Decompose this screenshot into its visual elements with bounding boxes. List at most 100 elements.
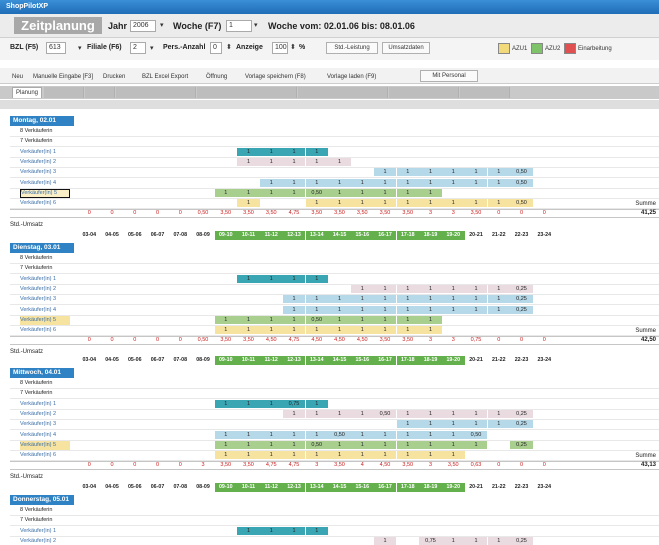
shift-cell[interactable]: 1	[419, 199, 442, 208]
shift-cell[interactable]: 1	[373, 315, 397, 324]
shift-cell[interactable]: 1	[282, 147, 306, 156]
tab-blurred-1[interactable]	[44, 87, 84, 98]
shift-cell[interactable]: 0,50	[305, 315, 328, 324]
employee-row-label[interactable]: Verkäufer(in) 3	[20, 295, 70, 304]
shift-cell[interactable]: 1	[260, 274, 283, 283]
employee-row-label[interactable]: Verkäufer(in) 5	[20, 315, 70, 325]
shift-cell[interactable]: 0,25	[510, 284, 533, 293]
shift-cell[interactable]: 0,25	[510, 536, 533, 545]
shift-cell[interactable]: 1	[396, 420, 419, 429]
shift-cell[interactable]: 1	[351, 326, 374, 335]
shift-cell[interactable]: 1	[328, 440, 351, 449]
woche-dropdown-icon[interactable]: ▾	[254, 21, 258, 29]
shift-cell[interactable]: 1	[214, 399, 237, 408]
shift-cell[interactable]: 1	[396, 295, 419, 304]
tab-blurred-2[interactable]	[85, 87, 115, 98]
shift-cell[interactable]: 1	[305, 451, 328, 460]
employee-row-label[interactable]: Verkäufer(in) 6	[20, 326, 70, 335]
shift-cell[interactable]: 1	[442, 430, 465, 439]
shift-cell[interactable]: 1	[487, 420, 510, 429]
shift-cell[interactable]: 1	[487, 178, 510, 187]
shift-cell[interactable]: 1	[237, 399, 260, 408]
shift-cell[interactable]: 1	[396, 440, 419, 449]
shift-cell[interactable]: 1	[305, 399, 328, 408]
shift-cell[interactable]: 1	[442, 284, 465, 293]
shift-cell[interactable]: 1	[260, 451, 283, 460]
shift-cell[interactable]: 0,50	[464, 430, 488, 439]
shift-cell[interactable]: 0,50	[510, 178, 533, 187]
employee-row-label[interactable]: Verkäufer(in) 2	[20, 537, 70, 545]
shift-cell[interactable]: 0,50	[510, 168, 533, 177]
shift-cell[interactable]: 1	[282, 188, 306, 197]
shift-cell[interactable]: 1	[464, 199, 488, 208]
filiale-dropdown-icon[interactable]: ▾	[150, 44, 154, 52]
shift-cell[interactable]: 1	[351, 199, 374, 208]
shift-cell[interactable]: 1	[282, 430, 306, 439]
shift-cell[interactable]: 1	[351, 315, 374, 324]
shift-cell[interactable]: 1	[260, 157, 283, 166]
shift-cell[interactable]: 1	[396, 409, 419, 418]
shift-cell[interactable]: 1	[442, 451, 465, 460]
shift-cell[interactable]: 1	[351, 305, 374, 314]
menu-drucken[interactable]: Drucken	[103, 74, 125, 80]
shift-cell[interactable]: 1	[305, 157, 328, 166]
shift-cell[interactable]: 1	[373, 188, 397, 197]
menu-vorlage-speichern[interactable]: Vorlage speichern (F8)	[245, 74, 306, 80]
shift-cell[interactable]: 1	[260, 399, 283, 408]
shift-cell[interactable]: 1	[442, 420, 465, 429]
shift-cell[interactable]: 1	[282, 178, 306, 187]
employee-row-label[interactable]: Verkäufer(in) 1	[20, 400, 70, 409]
shift-cell[interactable]: 1	[419, 168, 442, 177]
shift-cell[interactable]: 1	[237, 188, 260, 197]
shift-cell[interactable]: 1	[442, 305, 465, 314]
shift-cell[interactable]: 1	[487, 305, 510, 314]
shift-cell[interactable]: 1	[419, 409, 442, 418]
shift-cell[interactable]: 1	[464, 440, 488, 449]
shift-cell[interactable]: 0,25	[510, 409, 533, 418]
woche-select[interactable]: 1	[226, 20, 252, 32]
shift-cell[interactable]: 1	[464, 409, 488, 418]
employee-row-label[interactable]: Verkäufer(in) 1	[20, 275, 70, 284]
shift-cell[interactable]: 0,50	[328, 430, 351, 439]
shift-cell[interactable]: 1	[260, 178, 283, 187]
shift-cell[interactable]: 1	[419, 178, 442, 187]
employee-row-label[interactable]: Verkäufer(in) 2	[20, 158, 70, 167]
shift-cell[interactable]: 1	[464, 284, 488, 293]
tab-blurred-4[interactable]	[197, 87, 297, 98]
shift-cell[interactable]: 1	[282, 315, 306, 324]
shift-cell[interactable]: 1	[260, 315, 283, 324]
shift-cell[interactable]: 1	[373, 178, 397, 187]
shift-cell[interactable]: 1	[373, 199, 397, 208]
shift-cell[interactable]: 1	[419, 430, 442, 439]
employee-row-label[interactable]: Verkäufer(in) 4	[20, 431, 70, 440]
shift-cell[interactable]: 1	[396, 451, 419, 460]
employee-row-label[interactable]: Verkäufer(in) 6	[20, 451, 70, 460]
shift-cell[interactable]: 1	[305, 178, 328, 187]
shift-cell[interactable]: 1	[305, 199, 328, 208]
shift-cell[interactable]: 1	[464, 168, 488, 177]
shift-cell[interactable]: 1	[351, 451, 374, 460]
shift-cell[interactable]: 1	[282, 157, 306, 166]
anzeige-input[interactable]: 100	[272, 42, 288, 54]
shift-cell[interactable]: 1	[487, 284, 510, 293]
shift-cell[interactable]: 1	[396, 188, 419, 197]
employee-row-label[interactable]: Verkäufer(in) 3	[20, 420, 70, 429]
shift-cell[interactable]: 1	[419, 451, 442, 460]
menu-bzl-excel-export[interactable]: BZL Excel Export	[142, 74, 188, 80]
shift-cell[interactable]: 0,75	[282, 399, 306, 408]
shift-cell[interactable]: 1	[237, 147, 260, 156]
shift-cell[interactable]: 1	[328, 451, 351, 460]
shift-cell[interactable]: 1	[282, 295, 306, 304]
menu-oeffnung[interactable]: Öffnung	[206, 74, 227, 80]
shift-cell[interactable]: 1	[214, 326, 237, 335]
shift-cell[interactable]: 1	[282, 305, 306, 314]
shift-cell[interactable]: 0,25	[510, 440, 533, 449]
umsatzdaten-button[interactable]: Umsatzdaten	[382, 42, 430, 54]
shift-cell[interactable]: 1	[214, 188, 237, 197]
shift-cell[interactable]: 1	[260, 326, 283, 335]
shift-cell[interactable]: 1	[237, 326, 260, 335]
shift-cell[interactable]: 1	[282, 526, 306, 535]
tab-blurred-7[interactable]	[460, 87, 510, 98]
shift-cell[interactable]: 1	[305, 274, 328, 283]
shift-cell[interactable]: 1	[237, 440, 260, 449]
